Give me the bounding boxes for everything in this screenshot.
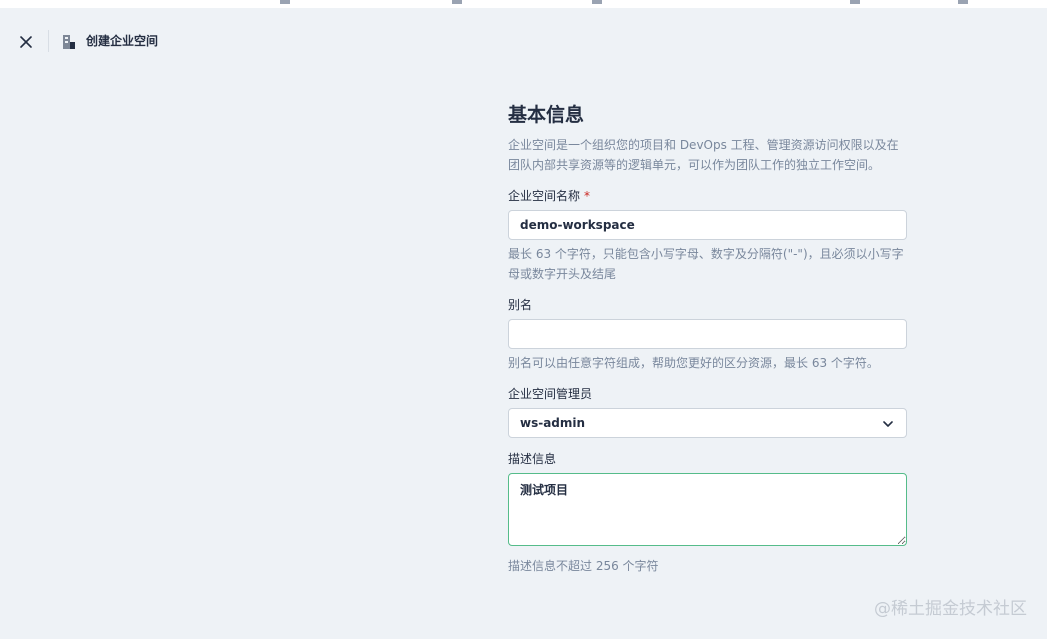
- strip-mark: [452, 0, 462, 4]
- page-title: 创建企业空间: [86, 34, 159, 48]
- strip-mark: [850, 0, 860, 4]
- section-description: 企业空间是一个组织您的项目和 DevOps 工程、管理资源访问权限以及在团队内部…: [508, 138, 899, 172]
- close-button[interactable]: [16, 32, 36, 52]
- description-hint: 描述信息不超过 256 个字符: [508, 559, 659, 573]
- header-divider: [48, 30, 49, 52]
- alias-input[interactable]: [508, 319, 907, 349]
- workspace-icon: [62, 34, 76, 50]
- close-icon: [20, 36, 32, 48]
- top-strip: [0, 0, 1047, 8]
- alias-label: 别名: [508, 298, 533, 312]
- name-hint: 最长 63 个字符，只能包含小写字母、数字及分隔符("-")，且必须以小写字母或…: [508, 247, 904, 281]
- basic-info-form: 基本信息 企业空间是一个组织您的项目和 DevOps 工程、管理资源访问权限以及…: [508, 102, 908, 576]
- strip-mark: [958, 0, 968, 4]
- admin-select[interactable]: ws-admin: [508, 408, 907, 438]
- admin-label: 企业空间管理员: [508, 387, 593, 401]
- description-label: 描述信息: [508, 452, 557, 466]
- modal-header: 创建企业空间: [0, 8, 1047, 72]
- watermark: @稀土掘金技术社区: [874, 599, 1027, 619]
- section-title: 基本信息: [508, 104, 585, 126]
- name-field-group: 企业空间名称* 最长 63 个字符，只能包含小写字母、数字及分隔符("-")，且…: [508, 188, 908, 284]
- name-label: 企业空间名称 *: [508, 188, 908, 204]
- description-field-group: 描述信息 测试项目 描述信息不超过 256 个字符: [508, 451, 908, 576]
- required-mark: *: [584, 189, 591, 203]
- name-label-text: 企业空间名称: [508, 189, 581, 203]
- alias-field-group: 别名 别名可以由任意字符组成，帮助您更好的区分资源，最长 63 个字符。: [508, 297, 908, 373]
- strip-mark: [592, 0, 602, 4]
- admin-field-group: 企业空间管理员 ws-admin: [508, 386, 908, 438]
- chevron-down-icon: [883, 421, 893, 427]
- admin-select-value: ws-admin: [520, 416, 586, 430]
- strip-mark: [280, 0, 290, 4]
- workspace-name-input[interactable]: [508, 210, 907, 240]
- alias-hint: 别名可以由任意字符组成，帮助您更好的区分资源，最长 63 个字符。: [508, 356, 879, 370]
- description-textarea[interactable]: 测试项目: [508, 473, 907, 546]
